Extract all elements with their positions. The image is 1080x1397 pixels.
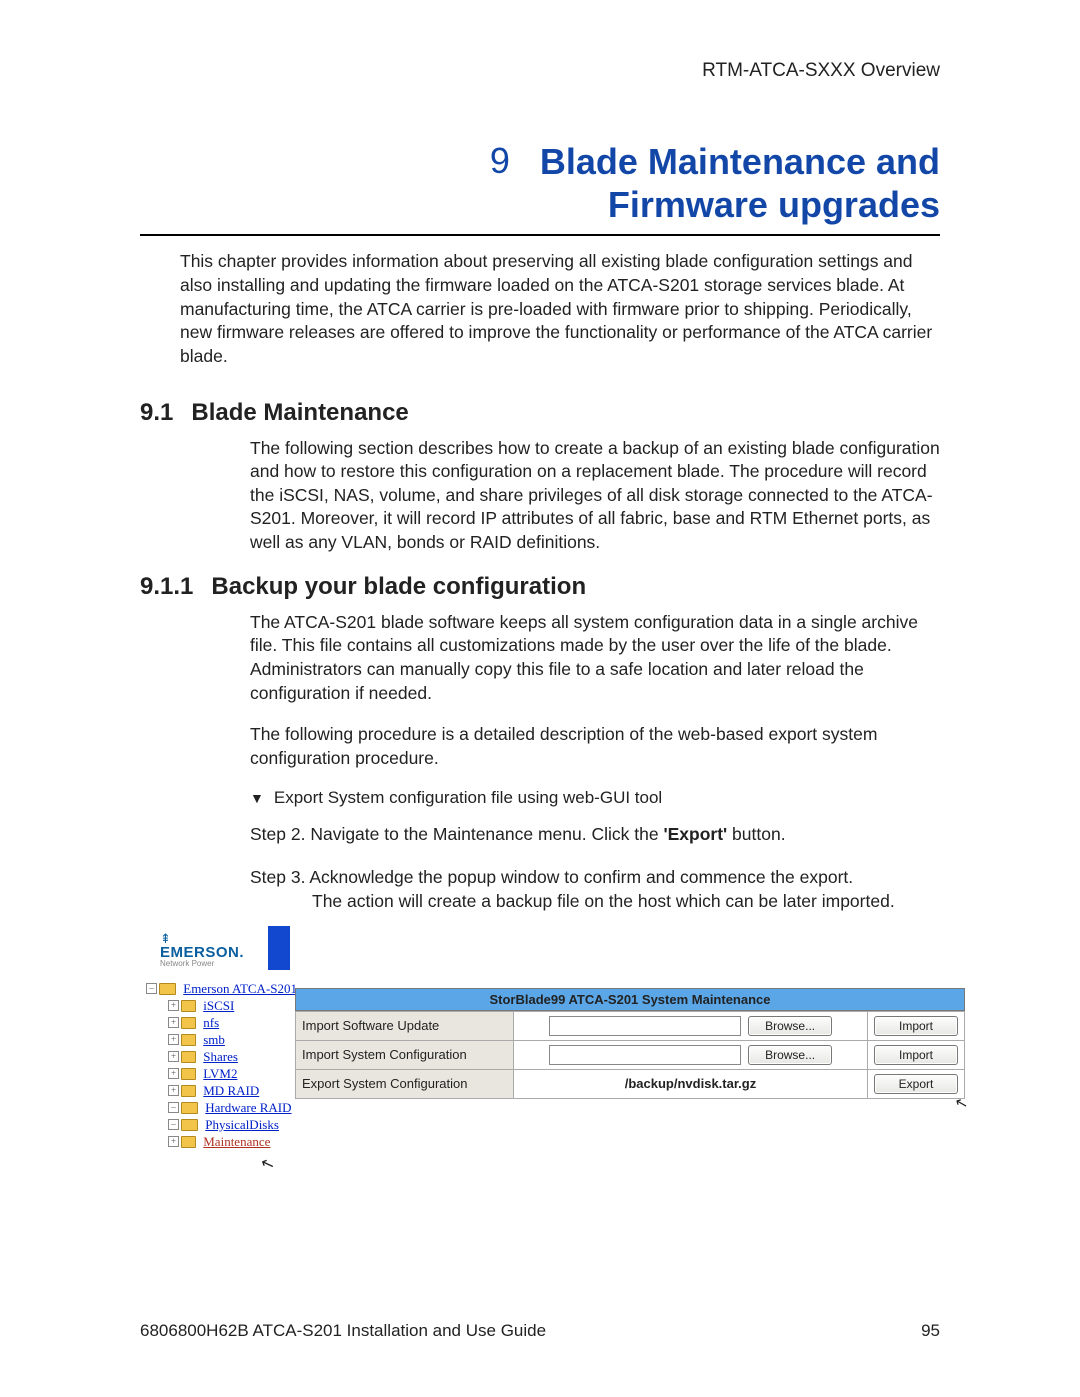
- expand-icon[interactable]: +: [168, 1136, 179, 1147]
- footer-left: 6806800H62B ATCA-S201 Installation and U…: [140, 1321, 546, 1341]
- chapter-title-line2: Firmware upgrades: [540, 183, 940, 226]
- folder-icon: [181, 1000, 196, 1012]
- tree-link-active[interactable]: Maintenance: [203, 1133, 270, 1150]
- expand-icon[interactable]: +: [168, 1051, 179, 1062]
- folder-icon: [181, 1017, 196, 1029]
- collapse-icon[interactable]: –: [168, 1102, 179, 1113]
- header-accent-block: [268, 926, 290, 970]
- maintenance-table: Import Software Update Browse... Import …: [295, 1011, 965, 1099]
- tree-link[interactable]: PhysicalDisks: [205, 1116, 279, 1133]
- chapter-title-line1: Blade Maintenance and: [540, 140, 940, 183]
- folder-open-icon: [181, 1119, 198, 1131]
- section-9-1-body: The following section describes how to c…: [250, 437, 940, 555]
- procedure-heading: ▼ Export System configuration file using…: [250, 788, 940, 808]
- export-button[interactable]: Export: [874, 1074, 958, 1094]
- folder-icon: [181, 1136, 196, 1148]
- tree-link[interactable]: Hardware RAID: [205, 1099, 291, 1116]
- tree-item-nfs[interactable]: + nfs: [146, 1014, 297, 1031]
- tree-item-shares[interactable]: + Shares: [146, 1048, 297, 1065]
- navigation-tree: – Emerson ATCA-S201 + iSCSI + nfs + smb …: [146, 980, 297, 1150]
- page-footer: 6806800H62B ATCA-S201 Installation and U…: [140, 1321, 940, 1341]
- procedure-step-2: Step 2. Navigate to the Maintenance menu…: [250, 822, 940, 847]
- step-text: Step 3. Acknowledge the popup window to …: [250, 865, 940, 890]
- tree-link[interactable]: iSCSI: [203, 997, 234, 1014]
- logo-brand: EMERSON.: [160, 945, 244, 960]
- folder-open-icon: [181, 1102, 198, 1114]
- section-title: Backup your blade configuration: [211, 573, 586, 601]
- folder-icon: [181, 1034, 196, 1046]
- browse-button[interactable]: Browse...: [748, 1045, 832, 1065]
- expand-icon[interactable]: +: [168, 1085, 179, 1096]
- section-9-1-heading: 9.1 Blade Maintenance: [140, 399, 940, 427]
- folder-icon: [181, 1085, 196, 1097]
- file-path-input[interactable]: [549, 1016, 741, 1036]
- logo-subtext: Network Power: [160, 960, 244, 968]
- maintenance-panel: StorBlade99 ATCA-S201 System Maintenance…: [295, 988, 965, 1099]
- emerson-logo: ⇞ EMERSON. Network Power: [160, 932, 244, 968]
- expand-icon[interactable]: +: [168, 1068, 179, 1079]
- table-row: Import System Configuration Browse... Im…: [296, 1040, 965, 1069]
- section-9-1-1-heading: 9.1.1 Backup your blade configuration: [140, 573, 940, 601]
- logo-mark-icon: ⇞: [160, 932, 244, 945]
- panel-title: StorBlade99 ATCA-S201 System Maintenance: [295, 988, 965, 1011]
- tree-link[interactable]: MD RAID: [203, 1082, 259, 1099]
- folder-icon: [181, 1068, 196, 1080]
- import-button[interactable]: Import: [874, 1016, 958, 1036]
- tree-item-iscsi[interactable]: + iSCSI: [146, 997, 297, 1014]
- row-label: Import Software Update: [296, 1011, 514, 1040]
- tree-root-link[interactable]: Emerson ATCA-S201: [183, 980, 297, 997]
- browse-button[interactable]: Browse...: [748, 1016, 832, 1036]
- tree-link[interactable]: LVM2: [203, 1065, 237, 1082]
- import-button[interactable]: Import: [874, 1045, 958, 1065]
- expand-icon[interactable]: +: [168, 1000, 179, 1011]
- chapter-intro: This chapter provides information about …: [180, 250, 940, 368]
- tree-link[interactable]: nfs: [203, 1014, 219, 1031]
- tree-item-hwraid[interactable]: – Hardware RAID: [146, 1099, 297, 1116]
- step-bold: 'Export': [663, 824, 727, 844]
- table-row: Export System Configuration /backup/nvdi…: [296, 1069, 965, 1098]
- step-text: button.: [727, 824, 785, 844]
- tree-item-smb[interactable]: + smb: [146, 1031, 297, 1048]
- disclosure-triangle-icon: ▼: [250, 790, 264, 806]
- tree-item-lvm2[interactable]: + LVM2: [146, 1065, 297, 1082]
- tree-item-physdisks[interactable]: – PhysicalDisks: [146, 1116, 297, 1133]
- procedure-title: Export System configuration file using w…: [274, 788, 662, 808]
- section-number: 9.1: [140, 399, 173, 427]
- section-9-1-1-p2: The following procedure is a detailed de…: [250, 723, 940, 770]
- folder-icon: [181, 1051, 196, 1063]
- collapse-icon[interactable]: –: [146, 983, 157, 994]
- section-9-1-1-p1: The ATCA-S201 blade software keeps all s…: [250, 611, 940, 706]
- page-number: 95: [921, 1321, 940, 1341]
- row-label: Export System Configuration: [296, 1069, 514, 1098]
- export-path-value: /backup/nvdisk.tar.gz: [625, 1076, 757, 1091]
- chapter-heading: 9 Blade Maintenance and Firmware upgrade…: [140, 140, 940, 226]
- title-rule: [140, 234, 940, 236]
- folder-open-icon: [159, 983, 176, 995]
- step-text: The action will create a backup file on …: [250, 889, 940, 914]
- tree-root[interactable]: – Emerson ATCA-S201: [146, 980, 297, 997]
- tree-link[interactable]: smb: [203, 1031, 225, 1048]
- tree-link[interactable]: Shares: [203, 1048, 238, 1065]
- table-row: Import Software Update Browse... Import: [296, 1011, 965, 1040]
- file-path-input[interactable]: [549, 1045, 741, 1065]
- section-title: Blade Maintenance: [191, 399, 408, 427]
- step-text: Step 2. Navigate to the Maintenance menu…: [250, 824, 663, 844]
- expand-icon[interactable]: +: [168, 1017, 179, 1028]
- expand-icon[interactable]: +: [168, 1034, 179, 1045]
- row-label: Import System Configuration: [296, 1040, 514, 1069]
- cursor-icon: ↖: [258, 1154, 276, 1175]
- tree-item-mdraid[interactable]: + MD RAID: [146, 1082, 297, 1099]
- chapter-number: 9: [490, 140, 510, 182]
- section-number: 9.1.1: [140, 573, 193, 601]
- procedure-step-3: Step 3. Acknowledge the popup window to …: [250, 865, 940, 914]
- cursor-icon: ↖: [953, 1093, 970, 1114]
- tree-item-maintenance[interactable]: + Maintenance: [146, 1133, 297, 1150]
- running-header: RTM-ATCA-SXXX Overview: [702, 60, 940, 82]
- embedded-gui-screenshot: ⇞ EMERSON. Network Power – Emerson ATCA-…: [140, 932, 940, 1132]
- collapse-icon[interactable]: –: [168, 1119, 179, 1130]
